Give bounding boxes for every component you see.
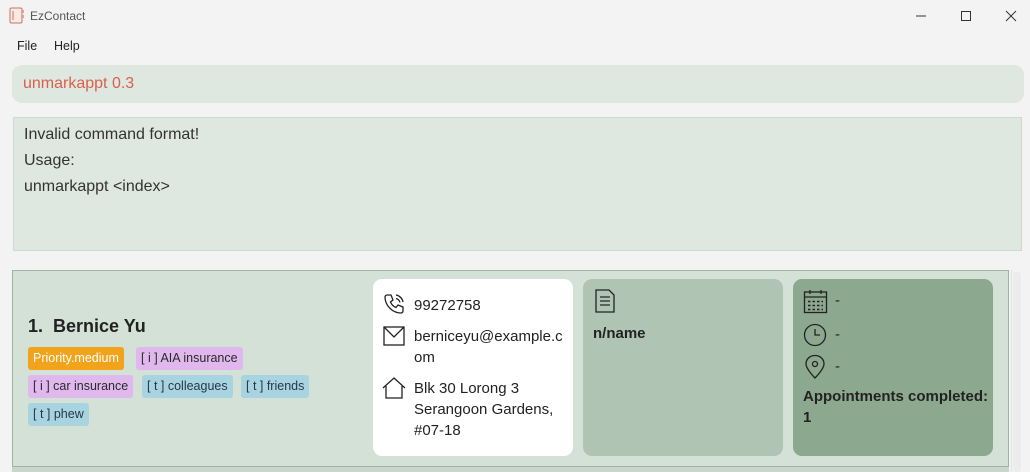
close-button[interactable] <box>988 0 1030 31</box>
title-bar: EzContact <box>0 0 1030 31</box>
maximize-icon <box>961 10 971 21</box>
tag: [ t ] friends <box>241 375 310 398</box>
next-person-card[interactable] <box>12 466 1009 472</box>
clock-icon <box>803 323 827 347</box>
person-name: 1. Bernice Yu <box>28 316 146 336</box>
calendar-icon <box>803 290 828 314</box>
menu-bar: File Help <box>0 31 1030 59</box>
window-title: EzContact <box>30 9 86 23</box>
menu-file[interactable]: File <box>17 39 37 53</box>
phone-icon <box>384 294 404 314</box>
priority-tag: Priority.medium <box>28 347 124 370</box>
email-line: om <box>414 349 435 366</box>
tag: [ t ] colleagues <box>142 375 233 398</box>
home-icon <box>382 377 406 399</box>
command-input[interactable]: unmarkappt 0.3 <box>12 65 1024 103</box>
result-line: unmarkappt <index> <box>24 178 170 195</box>
insurance-tag: [ i ] car insurance <box>28 375 134 398</box>
address-line: #07-18 <box>414 422 461 439</box>
note-text: n/name <box>593 325 646 342</box>
minimize-button[interactable] <box>898 0 944 31</box>
appointment-date: - <box>835 292 840 309</box>
appointments-completed-label: Appointments completed: <box>803 388 989 405</box>
phone-number: 99272758 <box>414 297 481 314</box>
menu-help[interactable]: Help <box>54 39 80 53</box>
scrollbar-thumb[interactable] <box>1013 272 1021 472</box>
location-icon <box>805 354 825 379</box>
note-icon <box>595 289 615 313</box>
appointments-completed-count: 1 <box>803 409 812 426</box>
minimize-icon <box>916 15 926 16</box>
maximize-button[interactable] <box>943 0 989 31</box>
address-line: Serangoon Gardens, <box>414 401 554 418</box>
email-icon <box>383 326 405 346</box>
result-line: Invalid command format! <box>24 126 200 143</box>
address-line: Blk 30 Lorong 3 <box>414 380 520 397</box>
close-icon <box>1005 10 1017 21</box>
appointment-venue: - <box>835 358 840 375</box>
result-display: Invalid command format! Usage: unmarkapp… <box>13 117 1022 251</box>
tag: [ t ] phew <box>28 403 89 426</box>
app-icon <box>9 7 24 24</box>
insurance-tag: [ i ] AIA insurance <box>136 347 243 370</box>
appointment-time: - <box>835 326 840 343</box>
command-text[interactable]: unmarkappt 0.3 <box>23 75 134 93</box>
email-line: berniceyu@example.c <box>414 328 563 345</box>
result-line: Usage: <box>24 152 75 169</box>
